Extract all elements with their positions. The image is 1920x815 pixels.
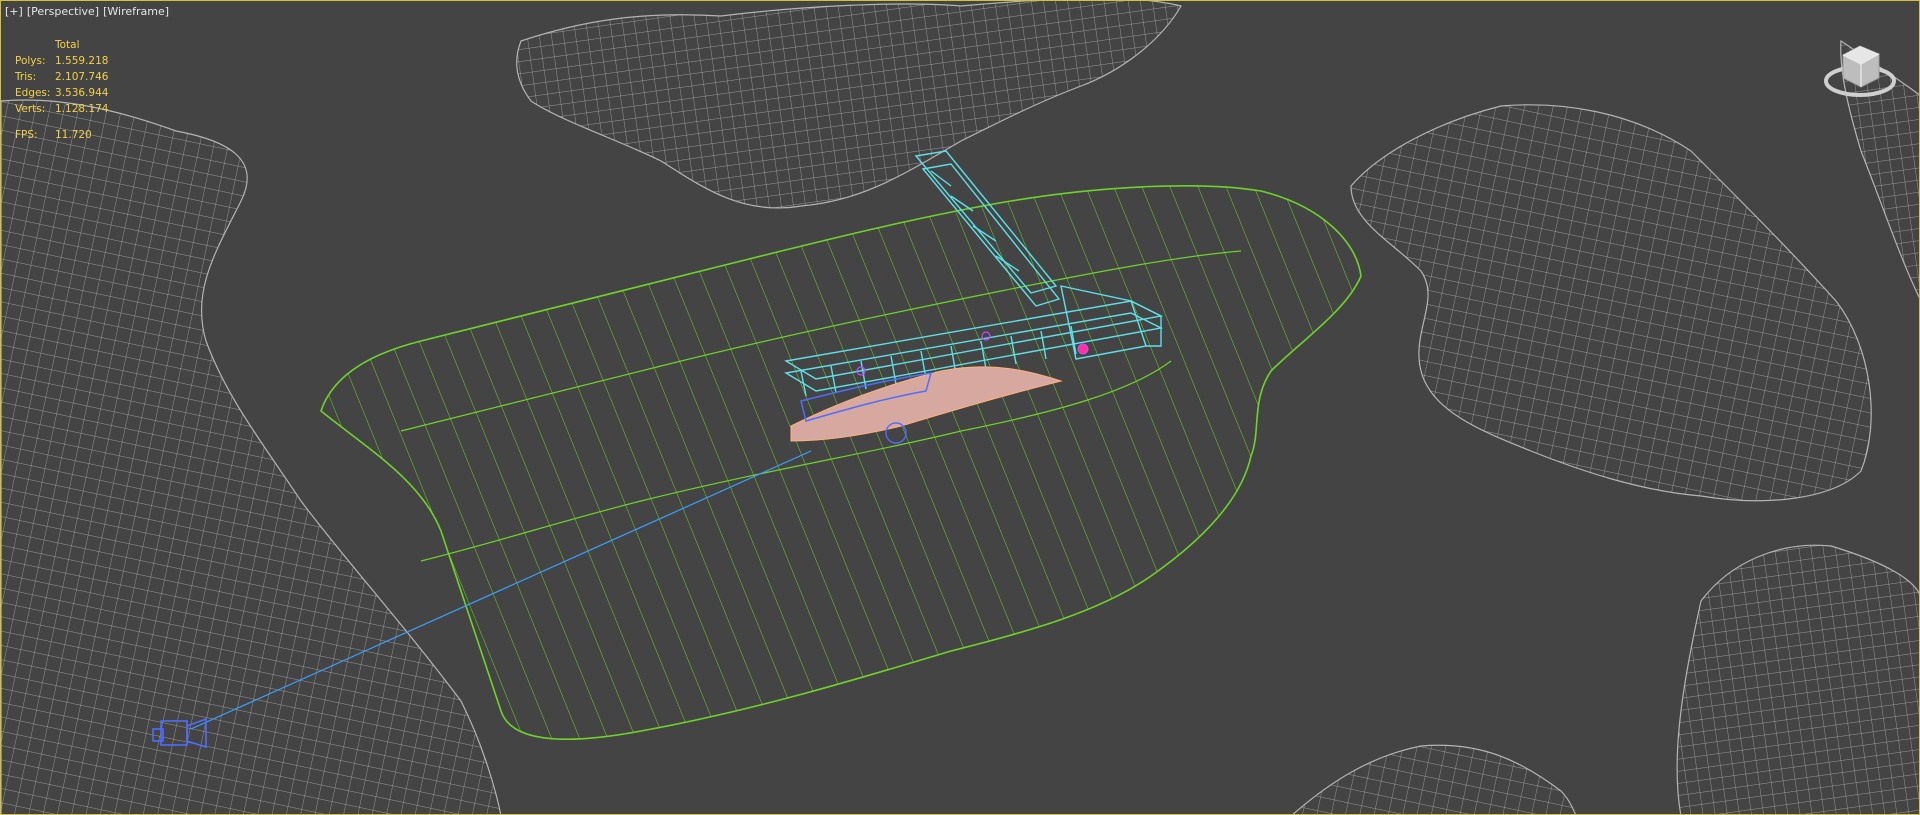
stats-total-header: Total <box>55 39 80 51</box>
terrain-mesh-bottom-right <box>1676 544 1919 814</box>
viewport-labels: [+] [Perspective] [Wireframe] <box>5 5 169 18</box>
stats-tris-label: Tris: <box>15 71 37 83</box>
viewcube-icon[interactable] <box>1821 29 1899 107</box>
viewport-menu-plus[interactable]: [+] <box>5 5 23 18</box>
stats-verts-row: Verts: 1.128.174 <box>15 101 108 117</box>
perspective-viewport[interactable]: [+] [Perspective] [Wireframe] Total Poly… <box>0 0 1920 815</box>
viewport-shading-label[interactable]: [Wireframe] <box>103 5 169 18</box>
terrain-mesh-bottom <box>1292 744 1576 814</box>
terrain-mesh-top <box>516 1 1182 209</box>
stats-polys-value: 1.559.218 <box>55 55 109 67</box>
terrain-mesh-right <box>1350 104 1872 502</box>
scene-statistics: Total Polys: 1.559.218 Tris: 2.107.746 E… <box>15 37 108 143</box>
stats-edges-label: Edges: <box>15 87 51 99</box>
stats-tris-value: 2.107.746 <box>55 71 109 83</box>
stats-fps-label: FPS: <box>15 129 38 141</box>
viewport-view-label[interactable]: [Perspective] <box>27 5 99 18</box>
stats-fps-value: 11.720 <box>55 129 92 141</box>
stats-polys-row: Polys: 1.559.218 <box>15 53 108 69</box>
detail-dot <box>1077 343 1089 355</box>
scene-wireframe[interactable] <box>1 1 1920 815</box>
stats-fps-row: FPS: 11.720 <box>15 127 108 143</box>
stats-tris-row: Tris: 2.107.746 <box>15 69 108 85</box>
stats-polys-label: Polys: <box>15 55 46 67</box>
stats-verts-value: 1.128.174 <box>55 103 109 115</box>
water-plane-mesh <box>320 185 1362 740</box>
stats-edges-row: Edges: 3.536.944 <box>15 85 108 101</box>
stats-verts-label: Verts: <box>15 103 46 115</box>
stats-edges-value: 3.536.944 <box>55 87 109 99</box>
